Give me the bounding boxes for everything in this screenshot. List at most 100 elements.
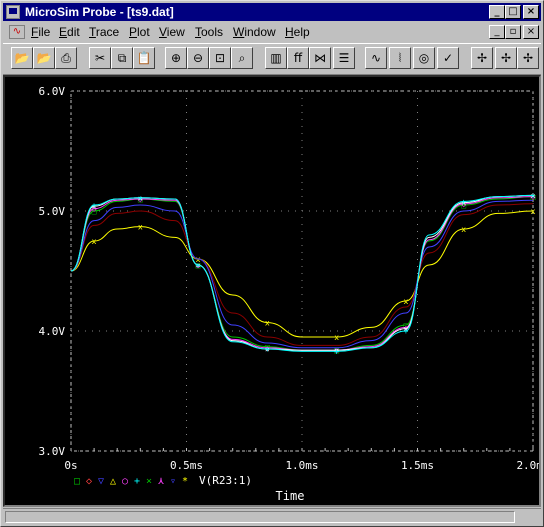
doc-close-button[interactable]: ×	[523, 25, 539, 39]
performance-icon: ⋈	[314, 51, 326, 65]
close-button[interactable]: ×	[523, 5, 539, 19]
eval-goal-button[interactable]: ✓	[437, 47, 459, 69]
trace-marker: x	[461, 225, 466, 234]
data-table-button[interactable]: ☰	[333, 47, 355, 69]
copy-button[interactable]: ⧉	[111, 47, 133, 69]
zoom-area-button[interactable]: ⊡	[209, 47, 231, 69]
menu-file[interactable]: File	[31, 25, 50, 39]
plot-border	[70, 90, 534, 452]
legend-symbol: ▽	[98, 476, 104, 487]
trace-marker: x	[334, 333, 339, 342]
add-trace-button[interactable]: ∿	[365, 47, 387, 69]
toolbar: 📂 📂 ⎙ ✂ ⧉ 📋 ⊕ ⊖ ⊡ ⌕ ▥ ff ⋈ ☰ ∿ ⦚ ◎ ✓ ✢ ✢ ✢	[3, 43, 541, 75]
cursor-trough-button[interactable]: ✢	[517, 47, 539, 69]
zoom-fit-icon: ⌕	[238, 51, 246, 65]
document-icon[interactable]: ∿	[9, 25, 25, 39]
cut-icon: ✂	[94, 51, 106, 65]
add-y-axis-icon: ⦚	[398, 51, 402, 65]
y-tick-label: 5.0V	[39, 205, 66, 218]
x-tick-label: 0s	[64, 459, 77, 472]
menu-bar: ∿ File Edit Trace Plot View Tools Window…	[3, 22, 541, 42]
zoom-in-icon: ⊕	[170, 51, 182, 65]
legend-symbol: ◇	[86, 476, 92, 487]
zoom-fit-button[interactable]: ⌕	[231, 47, 253, 69]
legend-symbol: *	[182, 476, 188, 487]
add-y-axis-button[interactable]: ⦚	[389, 47, 411, 69]
trace-marker: x	[531, 207, 536, 216]
title-bar[interactable]: MicroSim Probe - [ts9.dat] _ □ ×	[3, 3, 541, 21]
legend-symbol: △	[110, 476, 116, 487]
add-trace-icon: ∿	[370, 51, 382, 65]
zoom-area-icon: ⊡	[214, 51, 226, 65]
app-icon[interactable]	[6, 5, 20, 19]
maximize-button[interactable]: □	[505, 5, 521, 19]
legend-symbol: ○	[122, 476, 128, 487]
zoom-out-button[interactable]: ⊖	[187, 47, 209, 69]
trace-6	[70, 194, 534, 351]
trace-marker: +	[138, 194, 143, 203]
cut-button[interactable]: ✂	[89, 47, 111, 69]
status-pane	[5, 511, 515, 523]
trace-marker: +	[265, 345, 270, 354]
open-icon: 📂	[14, 51, 30, 65]
trace-marker: +	[334, 347, 339, 356]
x-tick-label: 0.5ms	[170, 459, 203, 472]
legend-symbol: ▿	[170, 476, 176, 487]
trace-marker: x	[138, 223, 143, 232]
menu-window[interactable]: Window	[233, 25, 276, 39]
open-recent-button[interactable]: 📂	[33, 47, 55, 69]
trace-marker: x	[265, 319, 270, 328]
legend-symbol: ⋏	[157, 476, 165, 487]
zoom-out-icon: ⊖	[192, 51, 204, 65]
fft-button[interactable]: ff	[287, 47, 309, 69]
cursor-button[interactable]: ✢	[471, 47, 493, 69]
trace-marker: +	[531, 191, 536, 200]
paste-icon: 📋	[136, 51, 152, 65]
x-tick-label: 2.0ms	[516, 459, 539, 472]
add-plot-icon: ◎	[418, 51, 430, 65]
print-icon: ⎙	[61, 51, 71, 65]
performance-button[interactable]: ⋈	[309, 47, 331, 69]
x-axis-label: Time	[276, 489, 305, 503]
legend-symbol: +	[134, 476, 140, 487]
trace-marker: x	[92, 237, 97, 246]
minimize-button[interactable]: _	[489, 5, 505, 19]
doc-restore-button[interactable]: ▫	[505, 25, 521, 39]
trace-marker: +	[196, 261, 201, 270]
log-x-button[interactable]: ▥	[265, 47, 287, 69]
y-tick-label: 4.0V	[39, 325, 66, 338]
cursor-peak-icon: ✢	[500, 51, 512, 65]
y-tick-label: 3.0V	[39, 445, 66, 458]
data-table-icon: ☰	[338, 51, 350, 65]
open-button[interactable]: 📂	[11, 47, 33, 69]
menu-plot[interactable]: Plot	[129, 25, 150, 39]
application-window: MicroSim Probe - [ts9.dat] _ □ × ∿ File …	[0, 0, 544, 527]
menu-trace[interactable]: Trace	[89, 25, 119, 39]
eval-goal-icon: ✓	[442, 51, 454, 65]
cursor-icon: ✢	[476, 51, 488, 65]
waveform-plot: xxxxxxxx□□□□ □□□□◇◇◇◇ ◇◇◇◇×××× ××××++++ ++++…	[39, 85, 544, 503]
cursor-peak-button[interactable]: ✢	[495, 47, 517, 69]
menu-tools[interactable]: Tools	[195, 25, 223, 39]
menu-view[interactable]: View	[159, 25, 185, 39]
legend-label: V(R23:1)	[199, 474, 252, 487]
doc-minimize-button[interactable]: _	[489, 25, 505, 39]
trace-marker: x	[404, 297, 409, 306]
trace-marker: +	[404, 327, 409, 336]
x-tick-label: 1.0ms	[285, 459, 318, 472]
paste-button[interactable]: 📋	[133, 47, 155, 69]
fft-icon: ff	[293, 51, 303, 65]
trace-marker: +	[92, 201, 97, 210]
copy-icon: ⧉	[117, 51, 127, 65]
menu-edit[interactable]: Edit	[59, 25, 80, 39]
x-tick-label: 1.5ms	[401, 459, 434, 472]
open-recent-icon: 📂	[36, 51, 52, 65]
zoom-in-button[interactable]: ⊕	[165, 47, 187, 69]
trace-marker: +	[461, 197, 466, 206]
print-button[interactable]: ⎙	[55, 47, 77, 69]
legend-symbol: □	[74, 476, 80, 487]
y-tick-label: 6.0V	[39, 85, 66, 98]
menu-help[interactable]: Help	[285, 25, 310, 39]
plot-area[interactable]: x x x x x x x x □ □ □ □ □ □ □ □ ◇ ◇ ◇ ◇ ◇ ◇ ◇ ◇ × × × × × × × × + + + + + + + +…	[3, 75, 544, 507]
add-plot-button[interactable]: ◎	[413, 47, 435, 69]
